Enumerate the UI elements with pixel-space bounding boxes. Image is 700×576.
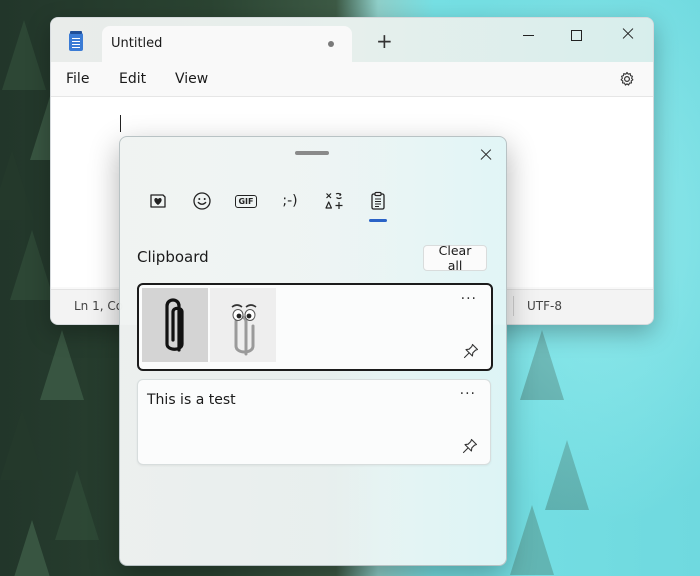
tab-kaomoji[interactable]: ;-) <box>275 187 305 215</box>
clipboard-text: This is a test <box>147 392 236 408</box>
heart-sticker-icon <box>150 194 166 208</box>
pin-icon[interactable] <box>463 343 479 359</box>
new-tab-button[interactable]: + <box>376 31 393 51</box>
notepad-app-icon <box>69 31 83 51</box>
settings-gear-icon[interactable] <box>619 71 635 87</box>
unsaved-dot-icon[interactable] <box>328 41 334 47</box>
gif-icon: GIF <box>235 194 257 208</box>
clippy-thumbnail <box>210 288 276 362</box>
text-caret <box>120 115 121 132</box>
title-bar[interactable]: Untitled + <box>51 18 653 62</box>
clippy-icon <box>231 304 257 356</box>
encoding-indicator[interactable]: UTF-8 <box>527 299 562 313</box>
flyout-close-button[interactable] <box>476 145 496 165</box>
status-divider <box>513 296 514 316</box>
tab-clipboard[interactable] <box>363 187 393 215</box>
document-tab[interactable]: Untitled <box>102 26 352 62</box>
more-options-button[interactable]: ··· <box>460 387 476 401</box>
wallpaper-tree <box>55 470 99 540</box>
tab-symbols[interactable] <box>319 187 349 215</box>
minimize-button[interactable] <box>511 24 547 48</box>
drag-handle[interactable] <box>295 151 329 155</box>
active-tab-indicator <box>369 219 387 222</box>
clipboard-item[interactable]: This is a test ··· <box>137 379 491 465</box>
menu-view[interactable]: View <box>175 71 208 87</box>
wallpaper-tree <box>10 230 54 300</box>
section-title: Clipboard <box>137 248 209 266</box>
clipboard-icon <box>371 191 385 210</box>
wallpaper-tree <box>2 20 46 90</box>
menu-edit[interactable]: Edit <box>119 71 146 87</box>
menu-bar: File Edit View <box>51 62 653 97</box>
close-button[interactable] <box>610 24 646 48</box>
wallpaper-tree <box>0 150 34 220</box>
cursor-position: Ln 1, Co <box>74 299 124 313</box>
clipboard-item[interactable]: ··· <box>137 283 493 371</box>
clear-all-button[interactable]: Clear all <box>423 243 487 273</box>
clipboard-flyout: GIF ;-) Clipboard Clear all ··· This is … <box>119 136 507 566</box>
wallpaper-tree <box>0 410 44 480</box>
tab-title: Untitled <box>111 36 163 51</box>
tab-stickers[interactable] <box>143 187 173 215</box>
wallpaper-tree <box>10 520 54 576</box>
wallpaper-tree <box>40 330 84 400</box>
tab-gif[interactable]: GIF <box>231 187 261 215</box>
paperclip-thumbnail <box>142 288 208 362</box>
symbols-icon <box>325 192 343 209</box>
pin-icon[interactable] <box>462 438 478 454</box>
tab-emoji[interactable] <box>187 187 217 215</box>
smiley-icon <box>193 192 211 210</box>
menu-file[interactable]: File <box>66 71 89 87</box>
paperclip-icon <box>165 298 184 352</box>
maximize-button[interactable] <box>559 24 595 48</box>
kaomoji-icon: ;-) <box>282 193 298 209</box>
more-options-button[interactable]: ··· <box>461 292 477 306</box>
